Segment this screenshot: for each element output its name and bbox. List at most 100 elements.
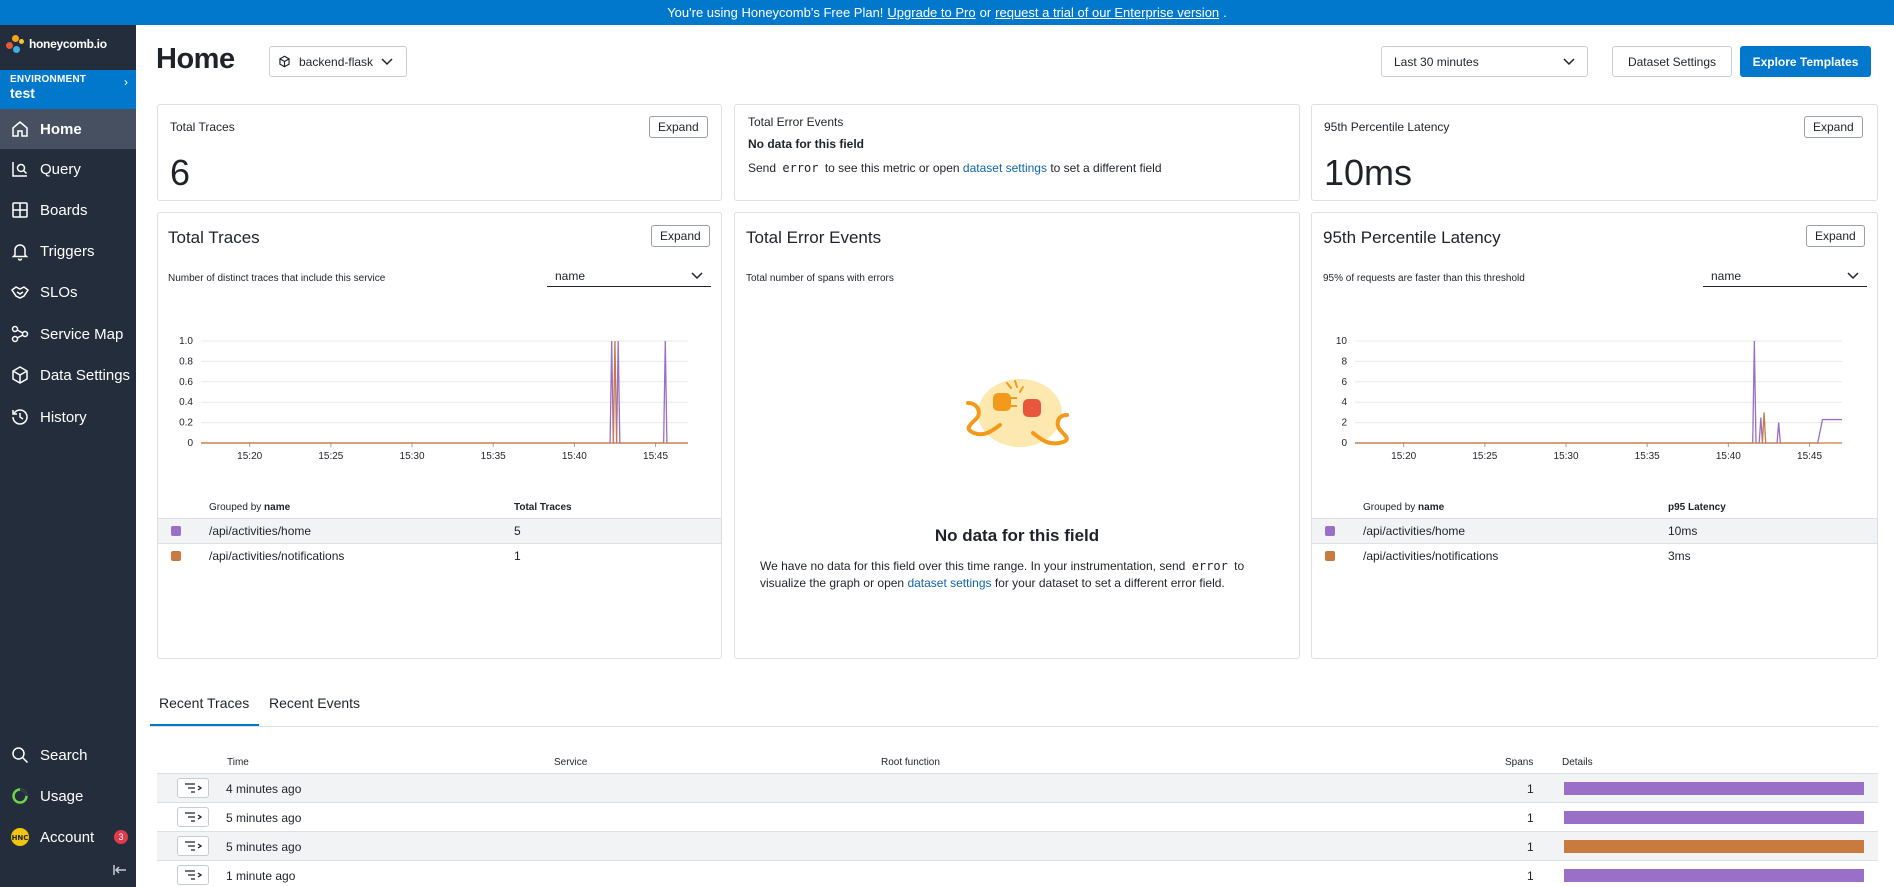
latency-value: 10ms	[1324, 152, 1413, 193]
sidebar-item-search[interactable]: Search	[0, 735, 136, 775]
tab-recent-events[interactable]: Recent Events	[269, 695, 360, 711]
explore-templates-button[interactable]: Explore Templates	[1740, 46, 1871, 77]
sidebar-item-history[interactable]: History	[0, 397, 136, 437]
chevron-down-icon	[691, 271, 703, 279]
instructions-mid: to see this metric or open	[824, 161, 960, 175]
boards-icon	[12, 202, 28, 218]
service-map-icon	[11, 325, 29, 343]
dataset-settings-button[interactable]: Dataset Settings	[1612, 46, 1732, 77]
expand-button[interactable]: Expand	[1804, 116, 1863, 138]
no-data-text: No data for this field	[748, 137, 865, 151]
sidebar-item-data-settings[interactable]: Data Settings	[0, 355, 136, 395]
sidebar-item-slos[interactable]: SLOs	[0, 272, 136, 312]
group-by-select[interactable]: name	[547, 265, 711, 287]
message-line2b: for your dataset to set a different erro…	[994, 576, 1225, 590]
panel-subtitle: Total number of spans with errors	[746, 273, 894, 284]
panel-total-traces: Total Traces Expand Number of distinct t…	[157, 212, 722, 659]
column-header-spans: Spans	[1505, 757, 1534, 768]
honeycomb-logo-icon	[6, 33, 26, 55]
send-text: Send	[748, 161, 777, 175]
environment-switcher[interactable]: ENVIRONMENT test ›	[0, 70, 136, 110]
chevron-down-icon	[1563, 57, 1575, 65]
sidebar-item-triggers[interactable]: Triggers	[0, 231, 136, 271]
upgrade-link[interactable]: Upgrade to Pro	[887, 5, 975, 20]
group-row[interactable]: /api/activities/notifications 1	[158, 543, 721, 568]
notification-badge: 3	[114, 830, 128, 844]
table-row[interactable]: 5 minutes ago 1	[157, 802, 1878, 831]
x-tick-label: 15:45	[643, 451, 668, 462]
trace-detail-bar[interactable]	[1564, 811, 1864, 824]
expand-button[interactable]: Expand	[649, 116, 708, 138]
sidebar-item-label: Data Settings	[40, 366, 131, 384]
y-tick-label: 0.6	[179, 377, 193, 388]
sidebar-item-label: SLOs	[40, 283, 78, 301]
row-time: 4 minutes ago	[226, 782, 302, 796]
expand-button[interactable]: Expand	[1806, 225, 1865, 247]
honeycomb-logo[interactable]: honeycomb.io	[6, 33, 107, 55]
group-row[interactable]: /api/activities/notifications 3ms	[1312, 543, 1877, 568]
table-row[interactable]: 4 minutes ago 1	[157, 773, 1878, 802]
view-trace-button[interactable]	[177, 836, 209, 856]
sidebar-item-home[interactable]: Home	[0, 109, 136, 149]
group-row[interactable]: /api/activities/home 10ms	[1312, 518, 1877, 543]
expand-button[interactable]: Expand	[651, 225, 710, 247]
trace-detail-bar[interactable]	[1564, 869, 1864, 882]
sidebar-item-account[interactable]: HNC Account 3	[0, 817, 136, 857]
x-tick-label: 15:35	[481, 451, 506, 462]
view-trace-button[interactable]	[177, 865, 209, 885]
trace-detail-bar[interactable]	[1564, 840, 1864, 853]
sidebar: honeycomb.io ENVIRONMENT test › Home Que…	[0, 25, 136, 887]
card-title: 95th Percentile Latency	[1324, 120, 1450, 134]
group-row-value: 10ms	[1668, 524, 1698, 538]
sidebar-item-label: Boards	[40, 201, 88, 219]
group-by-select[interactable]: name	[1703, 265, 1867, 287]
column-header-time: Time	[227, 757, 249, 768]
group-row-name: /api/activities/home	[1363, 524, 1466, 538]
view-trace-button[interactable]	[177, 807, 209, 827]
environment-label: ENVIRONMENT	[10, 74, 87, 85]
row-spans: 1	[1527, 840, 1534, 854]
sidebar-item-query[interactable]: Query	[0, 149, 136, 189]
chevron-right-icon: ›	[124, 75, 128, 89]
total-traces-chart: 0 0.2 0.4 0.6 0.8 1.0 15:20 15:25 15:30 15:35 15:4…	[179, 336, 688, 462]
sidebar-item-usage[interactable]: Usage	[0, 776, 136, 816]
panel-subtitle: 95% of requests are faster than this thr…	[1323, 273, 1525, 284]
instructions-end: to set a different field	[1050, 161, 1162, 175]
dataset-settings-link[interactable]: dataset settings	[963, 161, 1047, 175]
banner-or: or	[979, 5, 992, 20]
x-tick-label: 15:20	[1391, 451, 1416, 462]
x-tick-label: 15:30	[400, 451, 425, 462]
series-swatch	[171, 526, 181, 536]
group-row-name: /api/activities/home	[209, 524, 312, 538]
view-trace-button[interactable]	[177, 778, 209, 798]
group-row-name: /api/activities/notifications	[209, 549, 345, 563]
page-title: Home	[156, 43, 235, 75]
error-instructions: Send error to see this metric or open da…	[748, 161, 1162, 175]
dataset-select[interactable]: backend-flask	[269, 46, 407, 77]
collapse-sidebar-icon[interactable]	[112, 862, 128, 878]
y-tick-label: 0.4	[179, 397, 193, 408]
sidebar-item-service-map[interactable]: Service Map	[0, 314, 136, 354]
x-tick-label: 15:40	[562, 451, 587, 462]
time-range-select[interactable]: Last 30 minutes	[1381, 46, 1588, 77]
trace-detail-bar[interactable]	[1564, 782, 1864, 795]
tab-recent-traces[interactable]: Recent Traces	[159, 695, 249, 711]
sidebar-item-boards[interactable]: Boards	[0, 190, 136, 230]
row-time: 5 minutes ago	[226, 840, 302, 854]
table-row[interactable]: 1 minute ago 1	[157, 860, 1878, 887]
group-row[interactable]: /api/activities/home 5	[158, 518, 721, 543]
x-tick-label: 15:35	[1635, 451, 1660, 462]
sidebar-item-label: Account	[40, 828, 95, 846]
error-field-code: error	[1191, 559, 1228, 573]
dataset-settings-link[interactable]: dataset settings	[907, 576, 991, 590]
trace-waterfall-icon	[185, 812, 202, 822]
row-time: 1 minute ago	[226, 869, 296, 883]
summary-card-latency: 95th Percentile Latency Expand 10ms	[1311, 104, 1878, 201]
sidebar-item-label: Search	[40, 746, 88, 764]
table-row[interactable]: 5 minutes ago 1	[157, 831, 1878, 860]
row-spans: 1	[1527, 782, 1534, 796]
cube-icon	[12, 366, 28, 384]
message-line2a: visualize the graph or open	[760, 576, 905, 590]
sidebar-item-label: Usage	[40, 787, 84, 805]
enterprise-trial-link[interactable]: request a trial of our Enterprise versio…	[995, 5, 1219, 20]
